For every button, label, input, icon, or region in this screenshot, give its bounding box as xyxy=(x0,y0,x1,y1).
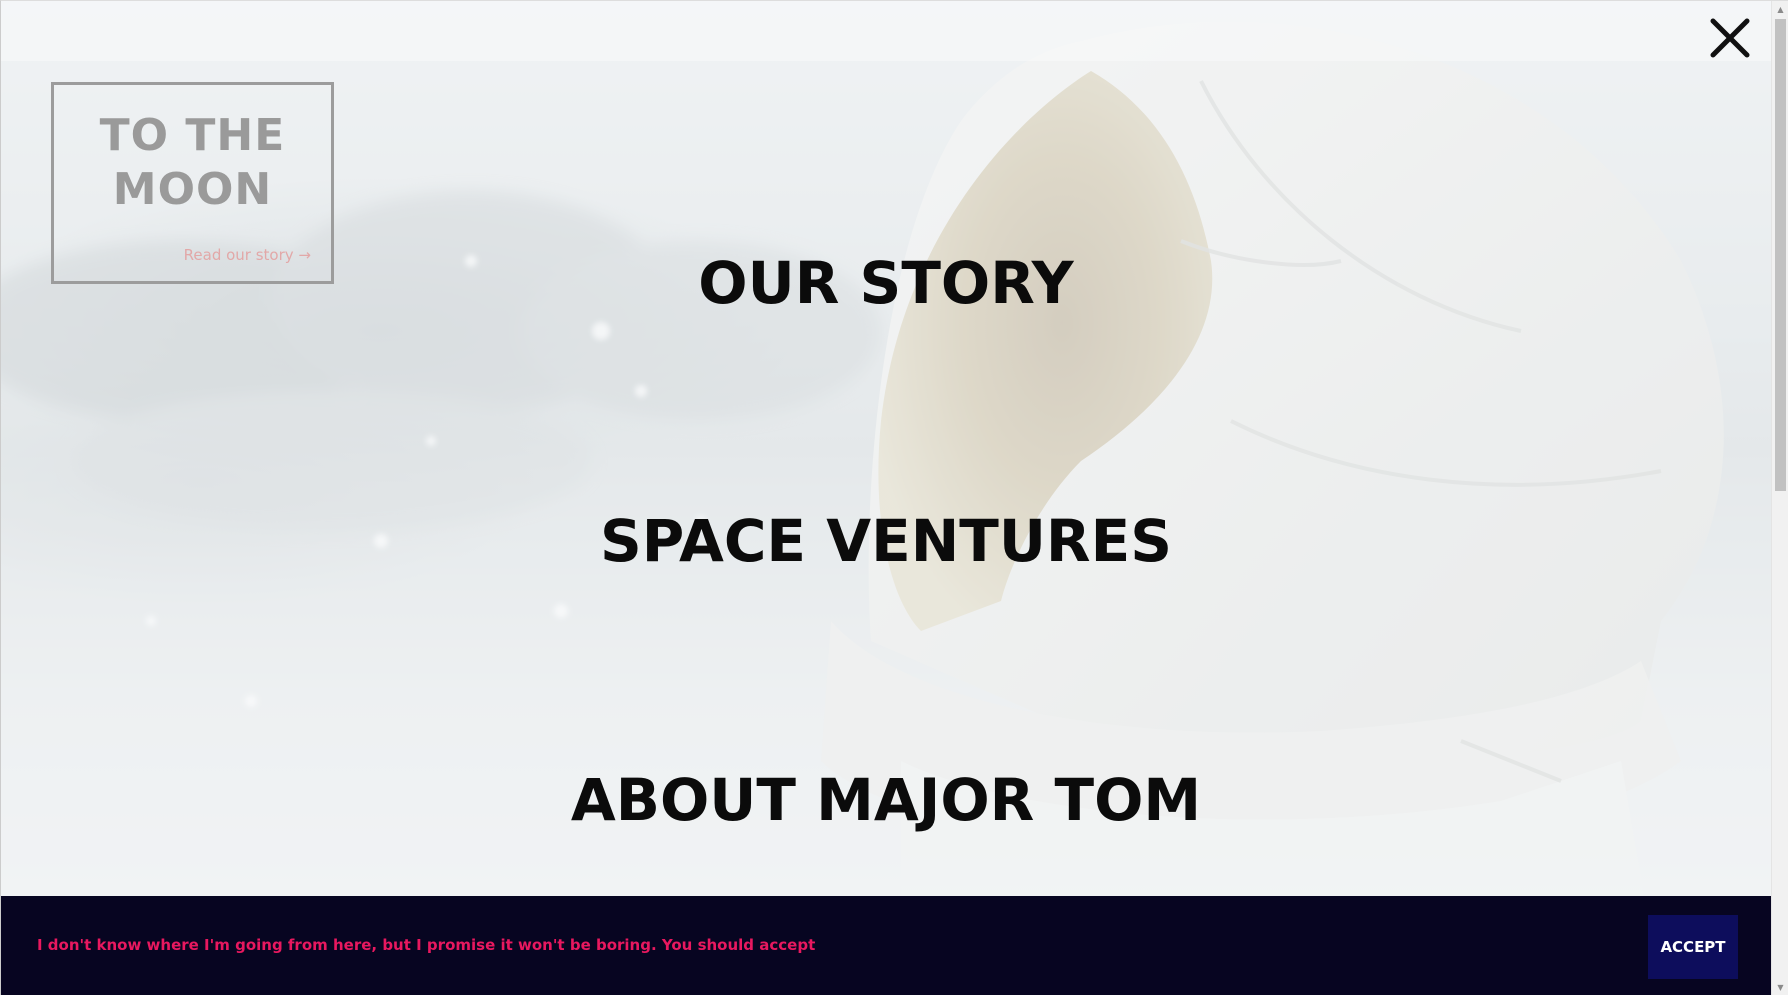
cookie-consent-bar: I don't know where I'm going from here, … xyxy=(1,896,1771,995)
logo-title: TO THE MOON xyxy=(99,110,286,215)
menu-item-space-ventures[interactable]: SPACE VENTURES xyxy=(1,507,1771,575)
vertical-scrollbar[interactable]: ▲ ▼ xyxy=(1771,1,1788,995)
scroll-thumb[interactable] xyxy=(1775,19,1786,491)
scroll-down-arrow-icon[interactable]: ▼ xyxy=(1772,979,1788,995)
scroll-up-arrow-icon[interactable]: ▲ xyxy=(1772,1,1788,18)
overlay-top-band xyxy=(1,1,1771,61)
menu-item-our-story[interactable]: OUR STORY xyxy=(1,249,1771,317)
menu-item-about-major-tom[interactable]: ABOUT MAJOR TOM xyxy=(1,766,1771,834)
cookie-message: I don't know where I'm going from here, … xyxy=(37,936,816,954)
close-icon xyxy=(1710,18,1750,58)
menu-overlay-page: TO THE MOON Read our story → OUR STORY SP… xyxy=(0,0,1788,995)
accept-cookies-button[interactable]: ACCEPT xyxy=(1648,915,1738,979)
close-menu-button[interactable] xyxy=(1707,15,1753,61)
